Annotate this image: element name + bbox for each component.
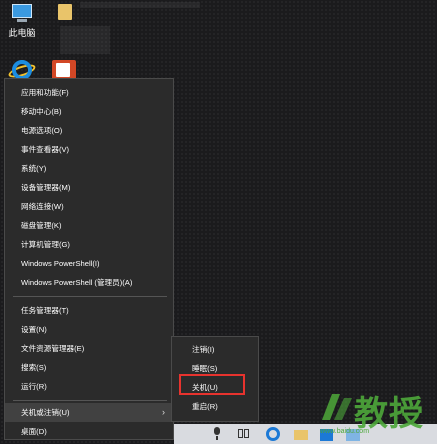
computer-icon: [10, 4, 34, 24]
watermark-logo-icon: [322, 394, 352, 420]
red-highlight-box: [179, 374, 245, 395]
menu-item-powershell[interactable]: Windows PowerShell(I): [5, 254, 173, 273]
menu-item-disk-management[interactable]: 磁盘管理(K): [5, 216, 173, 235]
winx-context-menu: 应用和功能(F) 移动中心(B) 电源选项(O) 事件查看器(V) 系统(Y) …: [4, 78, 174, 440]
menu-item-network-connections[interactable]: 网络连接(W): [5, 197, 173, 216]
chevron-right-icon: ›: [162, 407, 165, 417]
watermark: 教授 www.baidu.com: [318, 384, 437, 444]
menu-separator: [13, 296, 167, 297]
menu-item-file-explorer[interactable]: 文件资源管理器(E): [5, 339, 173, 358]
submenu-item-restart[interactable]: 重启(R): [172, 397, 258, 416]
microphone-icon[interactable]: [214, 427, 220, 441]
blurred-region: [80, 2, 200, 8]
menu-item-computer-management[interactable]: 计算机管理(G): [5, 235, 173, 254]
menu-separator: [13, 400, 167, 401]
menu-item-device-manager[interactable]: 设备管理器(M): [5, 178, 173, 197]
menu-item-settings[interactable]: 设置(N): [5, 320, 173, 339]
blurred-region: [60, 26, 110, 54]
file-explorer-icon[interactable]: [294, 427, 308, 441]
shutdown-submenu: 注销(I) 睡眠(S) 关机(U) 重启(R): [171, 336, 259, 422]
menu-item-search[interactable]: 搜索(S): [5, 358, 173, 377]
edge-icon[interactable]: [266, 427, 280, 441]
menu-item-event-viewer[interactable]: 事件查看器(V): [5, 140, 173, 159]
menu-item-desktop[interactable]: 桌面(D): [5, 422, 173, 441]
this-pc-label: 此电脑: [8, 28, 36, 38]
menu-item-task-manager[interactable]: 任务管理器(T): [5, 301, 173, 320]
menu-item-powershell-admin[interactable]: Windows PowerShell (管理员)(A): [5, 273, 173, 292]
menu-item-shutdown-signout[interactable]: 关机或注销(U) ›: [5, 403, 173, 422]
this-pc-desktop-icon[interactable]: 此电脑: [4, 4, 40, 39]
menu-item-system[interactable]: 系统(Y): [5, 159, 173, 178]
menu-item-power-options[interactable]: 电源选项(O): [5, 121, 173, 140]
watermark-url: www.baidu.com: [320, 428, 370, 435]
task-view-icon[interactable]: [238, 427, 250, 441]
shutdown-signout-label: 关机或注销(U): [21, 408, 70, 417]
menu-item-mobility-center[interactable]: 移动中心(B): [5, 102, 173, 121]
menu-item-run[interactable]: 运行(R): [5, 377, 173, 396]
submenu-item-sign-out[interactable]: 注销(I): [172, 340, 258, 359]
menu-item-apps-features[interactable]: 应用和功能(F): [5, 83, 173, 102]
folder-desktop-icon[interactable]: [58, 4, 72, 20]
